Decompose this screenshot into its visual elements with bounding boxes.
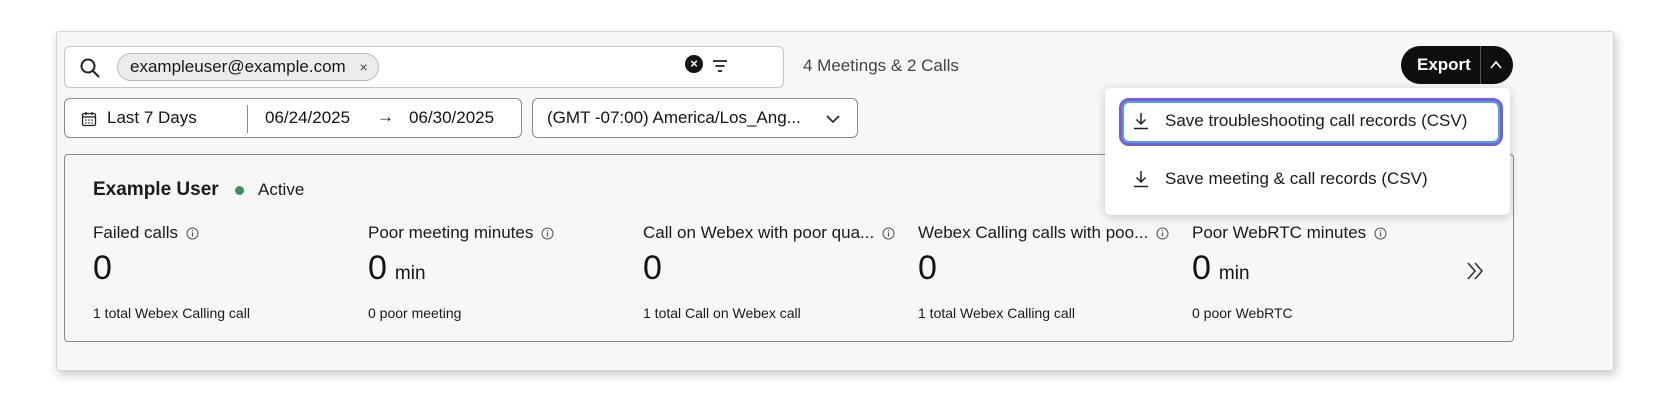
status-badge: Active	[258, 180, 305, 199]
metric-call-on-webex-poor-quality: Call on Webex with poor qua... 0 1 total…	[643, 223, 917, 321]
export-divider	[1480, 46, 1481, 84]
menu-item-save-meeting-call-csv[interactable]: Save meeting & call records (CSV)	[1119, 156, 1503, 204]
metric-failed-calls: Failed calls 0 1 total Webex Calling cal…	[93, 223, 367, 321]
export-dropdown-menu: Save troubleshooting call records (CSV) …	[1105, 88, 1510, 215]
info-icon[interactable]	[1156, 227, 1169, 240]
metric-title: Webex Calling calls with poo...	[918, 223, 1149, 242]
menu-item-label: Save meeting & call records (CSV)	[1165, 169, 1428, 188]
export-button[interactable]: Export	[1401, 46, 1513, 84]
metric-title: Failed calls	[93, 223, 179, 242]
metric-subtext: 0 poor WebRTC	[1192, 305, 1293, 321]
metric-subtext: 1 total Webex Calling call	[93, 305, 250, 321]
chip-label: exampleuser@example.com	[130, 57, 346, 76]
meetings-calls-count: 4 Meetings & 2 Calls	[803, 56, 959, 75]
menu-item-label: Save troubleshooting call records (CSV)	[1165, 111, 1468, 130]
date-range-picker[interactable]: Last 7 Days 06/24/2025 → 06/30/2025	[64, 98, 522, 138]
metric-webex-calling-poor: Webex Calling calls with poo... 0 1 tota…	[918, 223, 1192, 321]
download-icon	[1134, 113, 1148, 130]
metric-value: 0	[918, 249, 937, 287]
metric-unit: min	[1218, 263, 1250, 284]
chevron-down-icon	[826, 115, 840, 124]
metric-value: 0	[1192, 249, 1211, 287]
metric-title: Poor WebRTC minutes	[1192, 223, 1367, 242]
metric-subtext: 1 total Call on Webex call	[643, 305, 801, 321]
end-date[interactable]: 06/30/2025	[409, 108, 494, 128]
metric-title: Call on Webex with poor qua...	[643, 223, 875, 242]
info-icon[interactable]	[541, 227, 554, 240]
metric-value: 0	[368, 249, 387, 287]
date-divider	[247, 105, 248, 133]
metric-poor-webrtc-minutes: Poor WebRTC minutes 0 min 0 poor WebRTC	[1192, 223, 1466, 321]
timezone-select[interactable]: (GMT -07:00) America/Los_Ang...	[532, 98, 858, 138]
user-filter-chip[interactable]: exampleuser@example.com ×	[117, 53, 379, 81]
info-icon[interactable]	[1374, 227, 1387, 240]
metric-poor-meeting-minutes: Poor meeting minutes 0 min 0 poor meeting	[368, 223, 642, 321]
export-label: Export	[1417, 55, 1471, 74]
chevron-up-icon[interactable]	[1489, 58, 1503, 72]
arrow-right-icon: →	[377, 107, 394, 126]
date-preset[interactable]: Last 7 Days	[107, 108, 197, 128]
metric-unit: min	[394, 263, 426, 284]
double-chevron-right-icon[interactable]	[1463, 259, 1487, 283]
filter-icon[interactable]	[711, 57, 729, 75]
user-name: Example User	[93, 179, 219, 200]
metric-value: 0	[93, 249, 112, 287]
metric-subtext: 1 total Webex Calling call	[918, 305, 1075, 321]
search-icon	[80, 58, 100, 78]
info-icon[interactable]	[186, 227, 199, 240]
timezone-value: (GMT -07:00) America/Los_Ang...	[547, 108, 801, 127]
chip-remove-icon[interactable]: ×	[360, 54, 368, 80]
metric-title: Poor meeting minutes	[368, 223, 534, 242]
metric-value: 0	[643, 249, 662, 287]
metric-subtext: 0 poor meeting	[368, 305, 462, 321]
status-dot	[235, 186, 244, 195]
calendar-icon	[81, 112, 97, 127]
start-date[interactable]: 06/24/2025	[265, 108, 350, 128]
menu-item-save-troubleshooting-csv[interactable]: Save troubleshooting call records (CSV)	[1119, 98, 1503, 146]
clear-search-icon[interactable]: ×	[685, 55, 703, 73]
search-bar[interactable]: exampleuser@example.com × ×	[64, 46, 784, 88]
info-icon[interactable]	[882, 227, 895, 240]
download-icon	[1134, 171, 1148, 188]
